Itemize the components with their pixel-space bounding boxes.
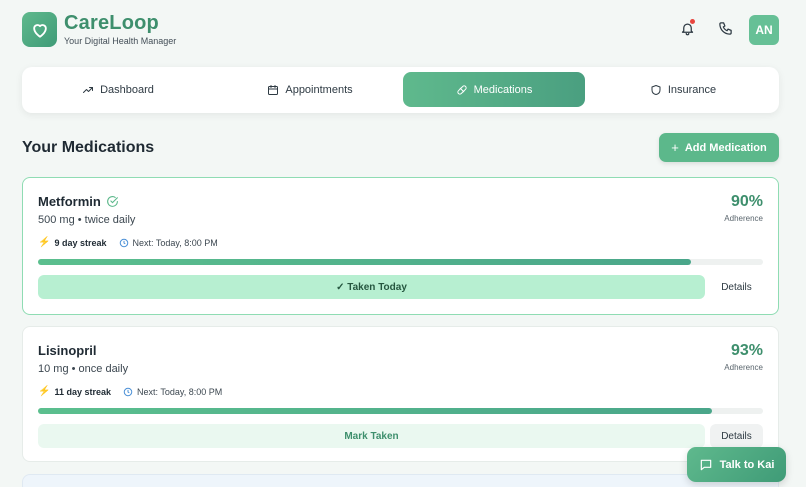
talk-to-kai-button[interactable]: Talk to Kai <box>687 447 786 482</box>
streak-text: 11 day streak <box>54 386 111 397</box>
adherence-percent: 93% <box>730 342 763 359</box>
next-dose: Next: Today, 8:00 PM <box>119 238 218 248</box>
bell-icon[interactable] <box>677 18 697 38</box>
next-dose-text: Next: Today, 8:00 PM <box>132 237 218 248</box>
medication-name-text: Metformin <box>38 194 101 209</box>
add-medication-button[interactable]: + Add Medication <box>659 133 779 162</box>
tab-label: Insurance <box>667 83 717 96</box>
chat-bubble-icon <box>700 459 711 470</box>
medication-meta: ⚡ 9 day streak Next: Today, 8:00 PM <box>38 237 218 248</box>
lightning-icon: ⚡ <box>38 237 51 248</box>
calendar-icon <box>268 84 279 95</box>
clock-icon <box>119 238 128 247</box>
medication-meta: ⚡ 11 day streak Next: Today, 8:00 PM <box>38 386 222 397</box>
pill-icon <box>457 84 467 95</box>
tab-appointments[interactable]: Appointments <box>219 72 401 107</box>
adherence-progress-bar <box>38 408 763 414</box>
phone-icon[interactable] <box>715 18 735 38</box>
tab-label: Appointments <box>285 83 353 96</box>
plus-icon: + <box>671 140 679 155</box>
medication-card-lisinopril: Lisinopril 10 mg • once daily ⚡ 11 day s… <box>22 326 779 462</box>
talk-to-kai-label: Talk to Kai <box>719 458 775 471</box>
avatar[interactable]: AN <box>749 15 779 45</box>
trend-icon <box>83 86 94 93</box>
medication-name-text: Lisinopril <box>38 343 97 358</box>
medication-card-partial <box>22 474 779 487</box>
details-button[interactable]: Details <box>710 275 763 299</box>
next-dose-text: Next: Today, 8:00 PM <box>137 386 223 397</box>
tab-label: Medications <box>473 83 533 96</box>
adherence-label: Adherence <box>724 214 763 223</box>
add-medication-label: Add Medication <box>684 141 767 154</box>
mark-taken-button[interactable]: Mark Taken <box>38 424 705 448</box>
adherence-label: Adherence <box>724 363 763 372</box>
progress-fill <box>38 259 691 265</box>
page-title: Your Medications <box>22 139 155 156</box>
medication-dose: 10 mg • once daily <box>38 363 129 375</box>
brand: CareLoop Your Digital Health Manager <box>64 12 176 46</box>
taken-today-button[interactable]: ✓ Taken Today <box>38 275 705 299</box>
details-button[interactable]: Details <box>710 424 763 448</box>
adherence-percent: 90% <box>730 193 763 210</box>
shield-icon <box>651 84 661 95</box>
next-dose: Next: Today, 8:00 PM <box>123 387 222 397</box>
app-name: CareLoop <box>64 12 159 34</box>
heart-logo-icon[interactable] <box>22 12 57 47</box>
tab-bar: Dashboard Appointments Medications Insur… <box>22 67 779 113</box>
medication-name: Metformin <box>38 194 119 209</box>
tab-label: Dashboard <box>100 83 154 96</box>
medication-name: Lisinopril <box>38 343 97 358</box>
app-tagline: Your Digital Health Manager <box>64 36 177 46</box>
notification-dot <box>690 19 695 24</box>
progress-fill <box>38 408 713 414</box>
adherence-progress-bar <box>38 259 763 265</box>
lightning-icon: ⚡ <box>38 386 51 397</box>
streak-text: 9 day streak <box>54 237 107 248</box>
app-header: CareLoop Your Digital Health Manager AN <box>22 12 779 52</box>
medication-card-metformin: Metformin 500 mg • twice daily ⚡ 9 day s… <box>22 177 779 315</box>
medication-dose: 500 mg • twice daily <box>38 214 136 226</box>
tab-medications[interactable]: Medications <box>403 72 585 107</box>
check-circle-icon <box>106 196 118 207</box>
tab-dashboard[interactable]: Dashboard <box>27 72 209 107</box>
tab-insurance[interactable]: Insurance <box>592 72 774 107</box>
clock-icon <box>123 387 133 396</box>
